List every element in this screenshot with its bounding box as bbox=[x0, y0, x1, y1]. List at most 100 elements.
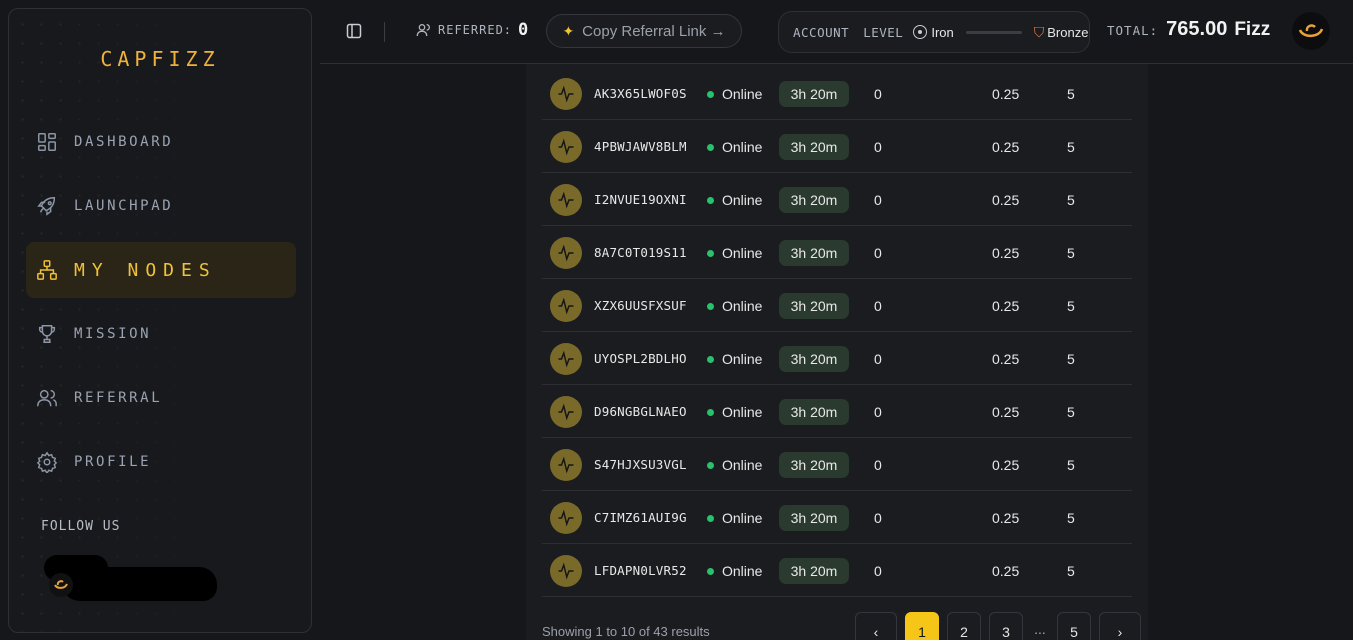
sidebar-item-label: MISSION bbox=[74, 326, 152, 342]
page-button-last[interactable]: 5 bbox=[1057, 612, 1091, 640]
uptime-badge: 3h 20m bbox=[779, 452, 849, 478]
node-value-3: 5 bbox=[1067, 457, 1075, 473]
node-value-1: 0 bbox=[874, 192, 882, 208]
iron-badge-icon bbox=[913, 25, 928, 39]
uptime-badge: 3h 20m bbox=[779, 187, 849, 213]
account-level-box: ACCOUNT LEVEL Iron ⛉ Bronze bbox=[778, 11, 1090, 53]
sidebar-item-label: MY NODES bbox=[74, 259, 217, 281]
social-logo-icon[interactable] bbox=[49, 573, 73, 597]
table-row[interactable]: D96NGBGLNAEO Online 3h 20m 0 0.25 5 bbox=[542, 385, 1132, 438]
node-value-1: 0 bbox=[874, 139, 882, 155]
node-id: I2NVUE19OXNI bbox=[594, 192, 687, 207]
next-level: ⛉ Bronze bbox=[1034, 24, 1089, 41]
table-row[interactable]: 8A7C0T019S11 Online 3h 20m 0 0.25 5 bbox=[542, 226, 1132, 279]
uptime-badge: 3h 20m bbox=[779, 293, 849, 319]
node-id: S47HJXSU3VGL bbox=[594, 457, 687, 472]
online-status-dot bbox=[707, 303, 714, 310]
uptime-badge: 3h 20m bbox=[779, 558, 849, 584]
node-status: Online bbox=[722, 245, 763, 261]
node-status: Online bbox=[722, 457, 763, 473]
online-status-dot bbox=[707, 462, 714, 469]
sidebar-item-my-nodes[interactable]: MY NODES bbox=[26, 242, 296, 298]
sidebar-item-label: LAUNCHPAD bbox=[74, 198, 174, 214]
online-status-dot bbox=[707, 568, 714, 575]
node-value-2: 0.25 bbox=[992, 404, 1020, 420]
total-label: TOTAL: bbox=[1107, 23, 1159, 38]
level-label: LEVEL bbox=[863, 24, 904, 40]
node-value-3: 5 bbox=[1067, 351, 1075, 367]
node-id: XZX6UUSFXSUF bbox=[594, 298, 687, 313]
node-value-3: 5 bbox=[1067, 139, 1075, 155]
table-row[interactable]: I2NVUE19OXNI Online 3h 20m 0 0.25 5 bbox=[542, 173, 1132, 226]
online-status-dot bbox=[707, 144, 714, 151]
node-value-3: 5 bbox=[1067, 298, 1075, 314]
uptime-badge: 3h 20m bbox=[779, 240, 849, 266]
copy-referral-link-label: Copy Referral Link → bbox=[582, 22, 726, 40]
level-progress-bar bbox=[965, 30, 1022, 34]
table-row[interactable]: LFDAPN0LVR52 Online 3h 20m 0 0.25 5 bbox=[542, 544, 1132, 597]
uptime-badge: 3h 20m bbox=[779, 399, 849, 425]
online-status-dot bbox=[707, 197, 714, 204]
node-value-1: 0 bbox=[874, 404, 882, 420]
node-value-1: 0 bbox=[874, 457, 882, 473]
node-value-2: 0.25 bbox=[992, 510, 1020, 526]
node-status: Online bbox=[722, 351, 763, 367]
sidebar-item-launchpad[interactable]: LAUNCHPAD bbox=[26, 178, 296, 234]
sidebar-item-dashboard[interactable]: DASHBOARD bbox=[26, 114, 296, 170]
uptime-badge: 3h 20m bbox=[779, 346, 849, 372]
sidebar-toggle-icon[interactable] bbox=[346, 23, 362, 39]
node-status: Online bbox=[722, 192, 763, 208]
sidebar: CAPFIZZ DASHBOARD LAUNCHPAD MY NODES MIS… bbox=[8, 8, 312, 633]
node-value-2: 0.25 bbox=[992, 245, 1020, 261]
table-row[interactable]: C7IMZ61AUI9G Online 3h 20m 0 0.25 5 bbox=[542, 491, 1132, 544]
pagination-ellipsis: ... bbox=[1034, 621, 1046, 637]
avatar[interactable] bbox=[1292, 12, 1330, 50]
page-button-3[interactable]: 3 bbox=[989, 612, 1023, 640]
node-value-3: 5 bbox=[1067, 563, 1075, 579]
bronze-shield-icon: ⛉ bbox=[1033, 23, 1045, 40]
table-row[interactable]: AK3X65LWOF0S Online 3h 20m 0 0.25 5 bbox=[542, 67, 1132, 120]
referred-counter: REFERRED: 0 bbox=[416, 20, 528, 40]
activity-icon bbox=[550, 555, 582, 587]
node-value-2: 0.25 bbox=[992, 86, 1020, 102]
node-id: UYOSPL2BDLHO bbox=[594, 351, 687, 366]
page-button-1[interactable]: 1 bbox=[905, 612, 939, 640]
online-status-dot bbox=[707, 515, 714, 522]
node-value-2: 0.25 bbox=[992, 351, 1020, 367]
table-row[interactable]: UYOSPL2BDLHO Online 3h 20m 0 0.25 5 bbox=[542, 332, 1132, 385]
sidebar-item-referral[interactable]: REFERRAL bbox=[26, 370, 296, 426]
table-row[interactable]: S47HJXSU3VGL Online 3h 20m 0 0.25 5 bbox=[542, 438, 1132, 491]
activity-icon bbox=[550, 78, 582, 110]
brand-logo-text[interactable]: CAPFIZZ bbox=[9, 47, 311, 71]
node-value-1: 0 bbox=[874, 563, 882, 579]
next-page-button[interactable]: › bbox=[1099, 612, 1141, 640]
node-value-1: 0 bbox=[874, 510, 882, 526]
table-row[interactable]: 4PBWJAWV8BLM Online 3h 20m 0 0.25 5 bbox=[542, 120, 1132, 173]
node-value-3: 5 bbox=[1067, 404, 1075, 420]
online-status-dot bbox=[707, 356, 714, 363]
current-level-name: Iron bbox=[931, 24, 954, 40]
nodes-table: AK3X65LWOF0S Online 3h 20m 0 0.25 5 4PBW… bbox=[526, 64, 1148, 640]
node-status: Online bbox=[722, 139, 763, 155]
referred-label: REFERRED: bbox=[438, 23, 513, 37]
redacted-area bbox=[61, 567, 217, 601]
node-value-1: 0 bbox=[874, 351, 882, 367]
copy-referral-link-button[interactable]: ✦ Copy Referral Link → bbox=[546, 14, 742, 48]
page-button-2[interactable]: 2 bbox=[947, 612, 981, 640]
node-id: D96NGBGLNAEO bbox=[594, 404, 687, 419]
current-level: Iron bbox=[913, 24, 954, 40]
uptime-badge: 3h 20m bbox=[779, 505, 849, 531]
node-value-3: 5 bbox=[1067, 510, 1075, 526]
node-value-2: 0.25 bbox=[992, 298, 1020, 314]
sidebar-item-profile[interactable]: PROFILE bbox=[26, 434, 296, 490]
node-value-3: 5 bbox=[1067, 86, 1075, 102]
dashboard-icon bbox=[35, 130, 59, 154]
top-bar: REFERRED: 0 ✦ Copy Referral Link → ACCOU… bbox=[320, 0, 1353, 64]
sparkle-icon: ✦ bbox=[562, 22, 575, 39]
sidebar-item-mission[interactable]: MISSION bbox=[26, 306, 296, 362]
table-row[interactable]: XZX6UUSFXSUF Online 3h 20m 0 0.25 5 bbox=[542, 279, 1132, 332]
trophy-icon bbox=[35, 322, 59, 346]
total-balance: TOTAL: 765.00 Fizz bbox=[1107, 18, 1270, 41]
prev-page-button[interactable]: ‹ bbox=[855, 612, 897, 640]
node-value-1: 0 bbox=[874, 245, 882, 261]
